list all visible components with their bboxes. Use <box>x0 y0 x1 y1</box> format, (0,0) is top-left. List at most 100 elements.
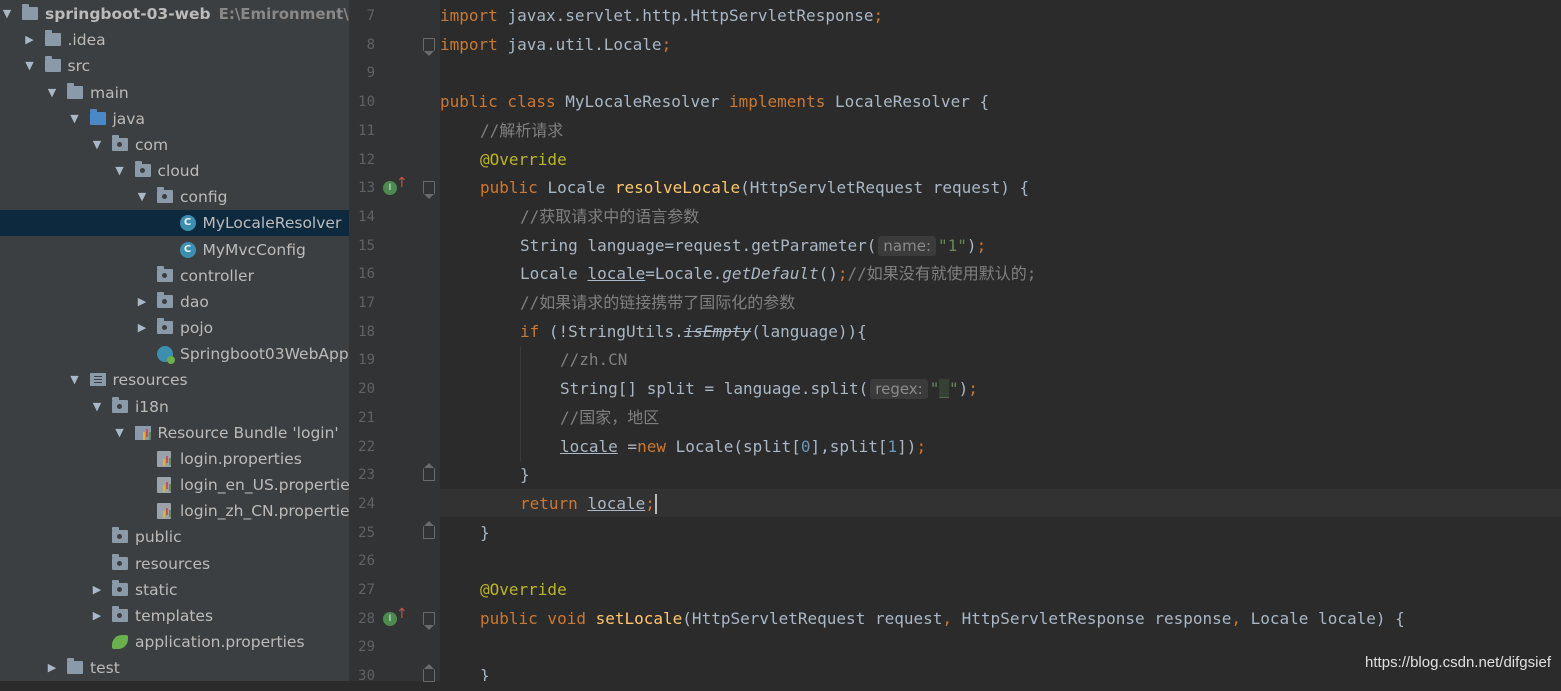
tree-item-label: login_zh_CN.properties <box>180 502 349 521</box>
code-line[interactable]: String[] split = language.split(regex: "_… <box>560 375 978 404</box>
expand-down-icon[interactable]: ▼ <box>68 367 82 393</box>
tree-item[interactable]: application.properties <box>0 629 349 655</box>
expand-right-icon[interactable]: ▶ <box>23 27 37 53</box>
code-token: (language)){ <box>751 321 867 341</box>
code-line[interactable]: @Override <box>480 576 567 605</box>
code-line[interactable]: Locale locale=Locale.getDefault();//如果没有… <box>520 260 1036 289</box>
tree-item[interactable]: ▼ springboot-03-webE:\Emironment\apach <box>0 1 349 27</box>
tree-item[interactable]: resources <box>0 551 349 577</box>
tree-item[interactable]: login_en_US.properties <box>0 472 349 498</box>
tree-item[interactable]: controller <box>0 263 349 289</box>
code-token: ; <box>968 379 978 399</box>
fold-marker-icon[interactable] <box>423 664 435 683</box>
code-line[interactable]: //解析请求 <box>480 117 563 146</box>
tree-item[interactable]: ▼ java <box>0 106 349 132</box>
tree-item[interactable]: C MyLocaleResolver <box>0 210 349 237</box>
line-number: 29 <box>358 639 375 656</box>
line-number: 25 <box>358 524 375 541</box>
expand-down-icon[interactable]: ▼ <box>113 158 127 184</box>
expand-down-icon[interactable]: ▼ <box>0 1 14 27</box>
code-line[interactable]: //获取请求中的语言参数 <box>520 203 699 232</box>
code-line[interactable]: } <box>520 461 530 490</box>
tree-item[interactable]: C MyMvcConfig <box>0 237 349 263</box>
gutter-line: 29 <box>349 633 440 662</box>
line-number: 19 <box>358 352 375 369</box>
code-token: , <box>942 608 962 628</box>
fold-marker-icon[interactable] <box>423 181 435 200</box>
expand-down-icon[interactable]: ▼ <box>135 184 149 210</box>
expand-right-icon[interactable]: ▶ <box>90 603 104 629</box>
code-token: String[] split = language.split( <box>560 379 869 399</box>
code-line[interactable]: public class MyLocaleResolver implements… <box>440 88 989 117</box>
expand-down-icon[interactable]: ▼ <box>23 53 37 79</box>
tree-item[interactable]: ▶ test <box>0 655 349 681</box>
tree-item[interactable]: ▶ dao <box>0 289 349 315</box>
code-line[interactable]: String language=request.getParameter(nam… <box>520 232 986 261</box>
code-line[interactable]: //国家，地区 <box>560 404 659 433</box>
code-editor[interactable]: import javax.servlet.http.HttpServletRes… <box>440 0 1561 681</box>
gutter-line: 30 <box>349 662 440 691</box>
tree-item-label: main <box>90 83 129 102</box>
expand-down-icon[interactable]: ▼ <box>90 132 104 158</box>
code-token: "1" <box>938 235 967 255</box>
code-line[interactable]: @Override <box>480 146 567 175</box>
tree-item[interactable]: ▼ com <box>0 132 349 158</box>
tree-item[interactable]: ▼ config <box>0 184 349 210</box>
tree-item[interactable]: ▼ i18n <box>0 394 349 420</box>
code-token: isEmpty <box>683 321 752 341</box>
code-token: return <box>520 493 588 513</box>
expand-right-icon[interactable]: ▶ <box>135 315 149 341</box>
tree-item[interactable]: ▼ Resource Bundle 'login' <box>0 420 349 446</box>
expand-down-icon[interactable]: ▼ <box>113 420 127 446</box>
code-token: @Override <box>480 149 567 169</box>
tree-item[interactable]: login_zh_CN.properties <box>0 498 349 524</box>
tree-item[interactable]: ▶ static <box>0 577 349 603</box>
tree-item[interactable]: ▼ main <box>0 80 349 106</box>
tree-item-label: config <box>180 188 228 207</box>
expand-right-icon[interactable]: ▶ <box>45 655 59 681</box>
tree-item[interactable]: ▼ resources <box>0 367 349 393</box>
package-icon <box>112 579 128 596</box>
tree-item-label: src <box>67 57 91 76</box>
expand-down-icon[interactable]: ▼ <box>90 394 104 420</box>
gutter-line: 18 <box>349 318 440 347</box>
spring-properties-icon <box>112 635 128 650</box>
code-line[interactable]: } <box>480 662 490 681</box>
line-number: 16 <box>358 266 375 283</box>
expand-down-icon[interactable]: ▼ <box>45 80 59 106</box>
code-line[interactable]: import java.util.Locale; <box>440 31 671 60</box>
expand-down-icon[interactable]: ▼ <box>68 106 82 132</box>
fold-marker-icon[interactable] <box>423 463 435 482</box>
tree-item-label: login_en_US.properties <box>180 476 349 495</box>
fold-marker-icon[interactable] <box>423 520 435 539</box>
code-line[interactable]: return locale; <box>520 490 657 519</box>
code-token: public void <box>480 608 596 628</box>
tree-item-label: templates <box>135 606 214 625</box>
fold-marker-icon[interactable] <box>423 37 435 56</box>
code-line[interactable]: //如果请求的链接携带了国际化的参数 <box>520 289 795 318</box>
expand-right-icon[interactable]: ▶ <box>135 289 149 315</box>
code-token: MyLocaleResolver <box>565 92 729 112</box>
tree-item[interactable]: ▼ src <box>0 53 349 79</box>
code-line[interactable]: } <box>480 519 490 548</box>
line-number: 13 <box>358 180 375 197</box>
code-line[interactable]: if (!StringUtils.isEmpty(language)){ <box>520 318 867 347</box>
tree-item[interactable]: ▶ templates <box>0 603 349 629</box>
code-line[interactable]: public void setLocale(HttpServletRequest… <box>480 605 1405 634</box>
code-line[interactable]: locale =new Locale(split[0],split[1]); <box>560 433 926 462</box>
tree-item[interactable]: Springboot03WebAppl <box>0 341 349 367</box>
code-line[interactable]: public Locale resolveLocale(HttpServletR… <box>480 174 1029 203</box>
implements-method-icon[interactable]: I <box>383 181 397 196</box>
tree-item-label: controller <box>180 266 254 285</box>
fold-marker-icon[interactable] <box>423 611 435 630</box>
tree-item[interactable]: login.properties <box>0 446 349 472</box>
properties-file-icon <box>157 477 171 494</box>
code-line[interactable]: import javax.servlet.http.HttpServletRes… <box>440 2 883 31</box>
tree-item[interactable]: public <box>0 524 349 550</box>
tree-item[interactable]: ▼ cloud <box>0 158 349 184</box>
tree-item[interactable]: ▶ .idea <box>0 27 349 53</box>
expand-right-icon[interactable]: ▶ <box>90 577 104 603</box>
tree-item[interactable]: ▶ pojo <box>0 315 349 341</box>
implements-method-icon[interactable]: I <box>383 611 397 626</box>
code-line[interactable]: //zh.CN <box>560 346 627 375</box>
